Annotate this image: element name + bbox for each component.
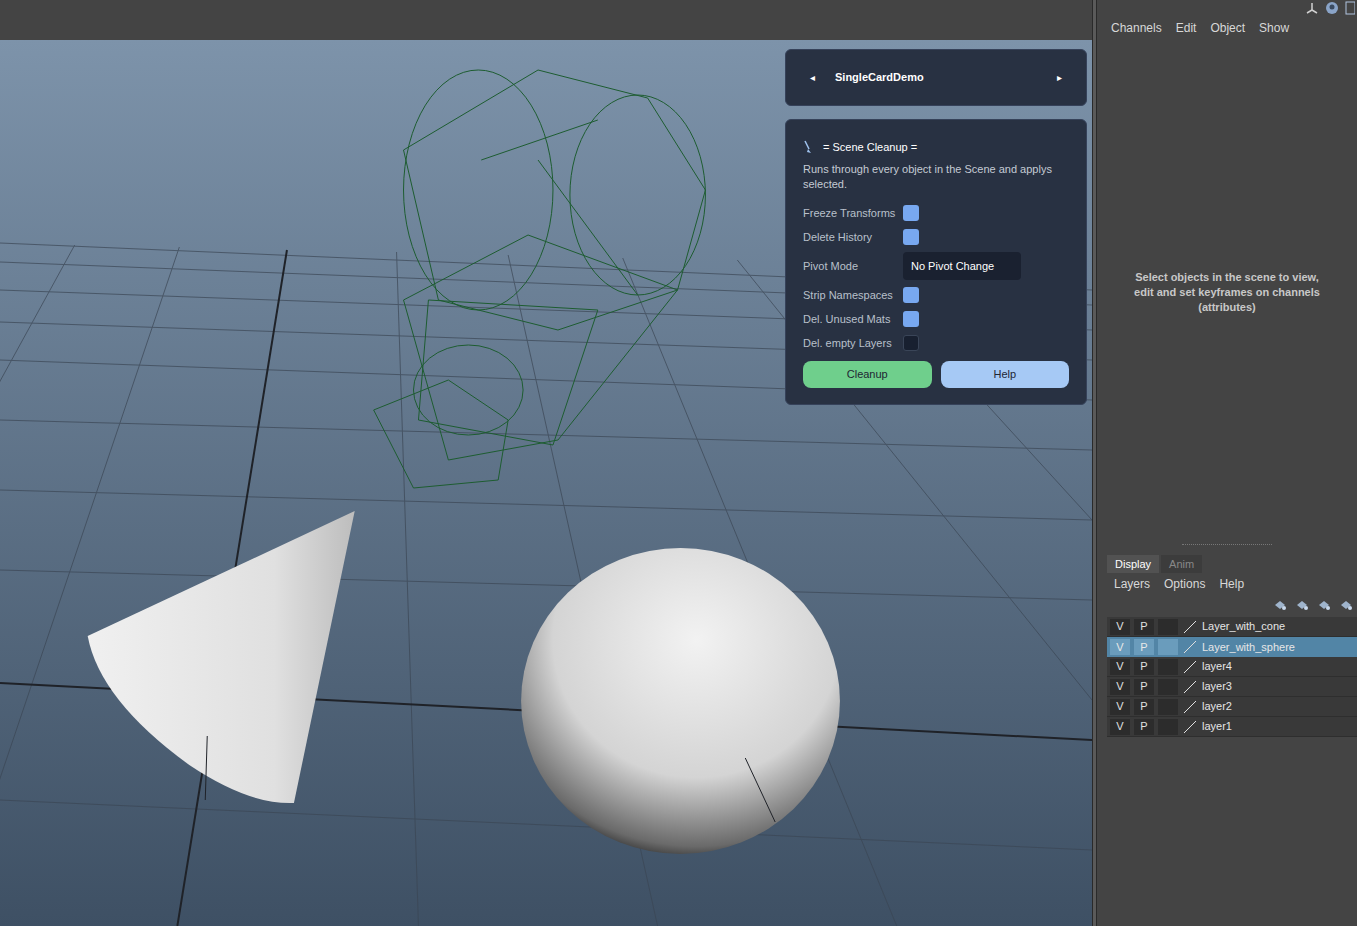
color-slash-icon[interactable]	[1182, 679, 1198, 695]
viewport-column: ◂ SingleCardDemo▸ = Scene Cleanup = Runs th…	[0, 0, 1092, 926]
option-row: Delete History	[803, 225, 1069, 249]
card-title: = Scene Cleanup =	[823, 139, 917, 156]
viewport[interactable]: ◂ SingleCardDemo▸ = Scene Cleanup = Runs th…	[0, 40, 1092, 926]
channel-box-message: Select objects in the scene to view, edi…	[1127, 270, 1327, 315]
channel-menu-item[interactable]: Object	[1210, 19, 1245, 37]
display-type-toggle[interactable]	[1158, 639, 1178, 655]
layer-name: layer1	[1202, 718, 1232, 735]
option-checkbox[interactable]	[903, 229, 919, 245]
option-row: Pivot ModeNo Pivot Change	[803, 249, 1069, 283]
axis-icon[interactable]	[1305, 1, 1319, 15]
layer-row[interactable]: VP Layer_with_sphere	[1107, 637, 1357, 657]
card-button[interactable]: Cleanup	[803, 361, 932, 388]
color-slash-icon[interactable]	[1182, 639, 1198, 655]
playback-toggle[interactable]: P	[1134, 679, 1154, 695]
layer-row[interactable]: VPlayer1	[1107, 717, 1357, 737]
layer-tool-icon[interactable]	[1273, 599, 1287, 611]
maya-window: ◂ SingleCardDemo▸ = Scene Cleanup = Runs th…	[0, 0, 1357, 926]
pivot-dropdown[interactable]: No Pivot Change	[903, 252, 1021, 280]
visibility-toggle[interactable]: V	[1110, 679, 1130, 695]
option-checkbox[interactable]	[903, 205, 919, 221]
visibility-toggle[interactable]: V	[1110, 659, 1130, 675]
next-card-button[interactable]: ▸	[1057, 70, 1062, 85]
card-description: Runs through every object in the Scene a…	[803, 162, 1069, 192]
edit-icon[interactable]	[1345, 1, 1355, 15]
layer-tool-icon[interactable]	[1317, 599, 1331, 611]
right-panel: Channels Edit Object Show Select objects in …	[1097, 0, 1357, 926]
channel-menu-item[interactable]: Show	[1259, 19, 1289, 37]
playback-toggle[interactable]: P	[1134, 619, 1154, 635]
playback-toggle[interactable]: P	[1134, 719, 1154, 735]
channel-menu-item[interactable]: Channels	[1111, 19, 1162, 37]
layer-name: layer3	[1202, 678, 1232, 695]
channel-box: Channels Edit Object Show Select objects in …	[1097, 0, 1357, 555]
color-slash-icon[interactable]	[1182, 719, 1198, 735]
card-button[interactable]: Help	[941, 361, 1070, 388]
color-slash-icon[interactable]	[1182, 659, 1198, 675]
layer-menu-item[interactable]: Layers	[1114, 575, 1150, 593]
channel-menu-item[interactable]: Edit	[1176, 19, 1197, 37]
layer-row[interactable]: VPlayer4	[1107, 657, 1357, 677]
brush-icon	[803, 140, 813, 154]
visibility-toggle[interactable]: V	[1110, 639, 1130, 655]
layer-list: VPLayer_with_coneVPLayer_with_sphereVPla…	[1107, 617, 1357, 737]
layer-name: layer4	[1202, 658, 1232, 675]
layer-menu-item[interactable]: Options	[1164, 575, 1205, 593]
display-type-toggle[interactable]	[1158, 719, 1178, 735]
layer-tab[interactable]: Anim	[1161, 555, 1202, 573]
display-type-toggle[interactable]	[1158, 659, 1178, 675]
card-stack: ◂ SingleCardDemo▸ = Scene Cleanup = Runs th…	[785, 49, 1087, 405]
color-slash-icon[interactable]	[1182, 619, 1198, 635]
layer-row[interactable]: VP Layer_with_cone	[1107, 617, 1357, 637]
option-row: Strip Namespaces	[803, 283, 1069, 307]
option-row: Del. Unused Mats	[803, 307, 1069, 331]
option-row: Freeze Transforms	[803, 201, 1069, 225]
display-type-toggle[interactable]	[1158, 699, 1178, 715]
layer-editor: DisplayAnimLayersOptionsHelpVPLayer_with…	[1097, 555, 1357, 926]
layer-name: layer2	[1202, 698, 1232, 715]
visibility-toggle[interactable]: V	[1110, 699, 1130, 715]
scene-cleanup-card: = Scene Cleanup = Runs through every obje…	[785, 119, 1087, 405]
layer-name: Layer_with_sphere	[1202, 639, 1295, 656]
playback-toggle[interactable]: P	[1134, 699, 1154, 715]
layer-tool-icon[interactable]	[1339, 599, 1353, 611]
layer-name: Layer_with_cone	[1202, 618, 1285, 635]
viewport-toolbar	[0, 0, 1092, 40]
prev-card-button[interactable]: ◂	[810, 70, 815, 85]
panel-divider[interactable]	[1182, 544, 1272, 545]
option-row: Del. empty Layers	[803, 331, 1069, 355]
option-checkbox[interactable]	[903, 287, 919, 303]
option-checkbox[interactable]	[903, 335, 919, 351]
layer-menu-item[interactable]: Help	[1219, 575, 1244, 593]
profile-icon[interactable]	[1325, 1, 1339, 15]
layer-row[interactable]: VPlayer3	[1107, 677, 1357, 697]
playback-toggle[interactable]: P	[1134, 639, 1154, 655]
layer-tab[interactable]: Display	[1107, 555, 1159, 573]
visibility-toggle[interactable]: V	[1110, 719, 1130, 735]
playback-toggle[interactable]: P	[1134, 659, 1154, 675]
option-checkbox[interactable]	[903, 311, 919, 327]
visibility-toggle[interactable]: V	[1110, 619, 1130, 635]
layer-tool-icon[interactable]	[1295, 599, 1309, 611]
card-nav: ◂ SingleCardDemo▸	[785, 49, 1087, 106]
layer-row[interactable]: VPlayer2	[1107, 697, 1357, 717]
display-type-toggle[interactable]	[1158, 679, 1178, 695]
color-slash-icon[interactable]	[1182, 699, 1198, 715]
display-type-toggle[interactable]	[1158, 619, 1178, 635]
card-nav-title: SingleCardDemo	[835, 69, 1057, 86]
